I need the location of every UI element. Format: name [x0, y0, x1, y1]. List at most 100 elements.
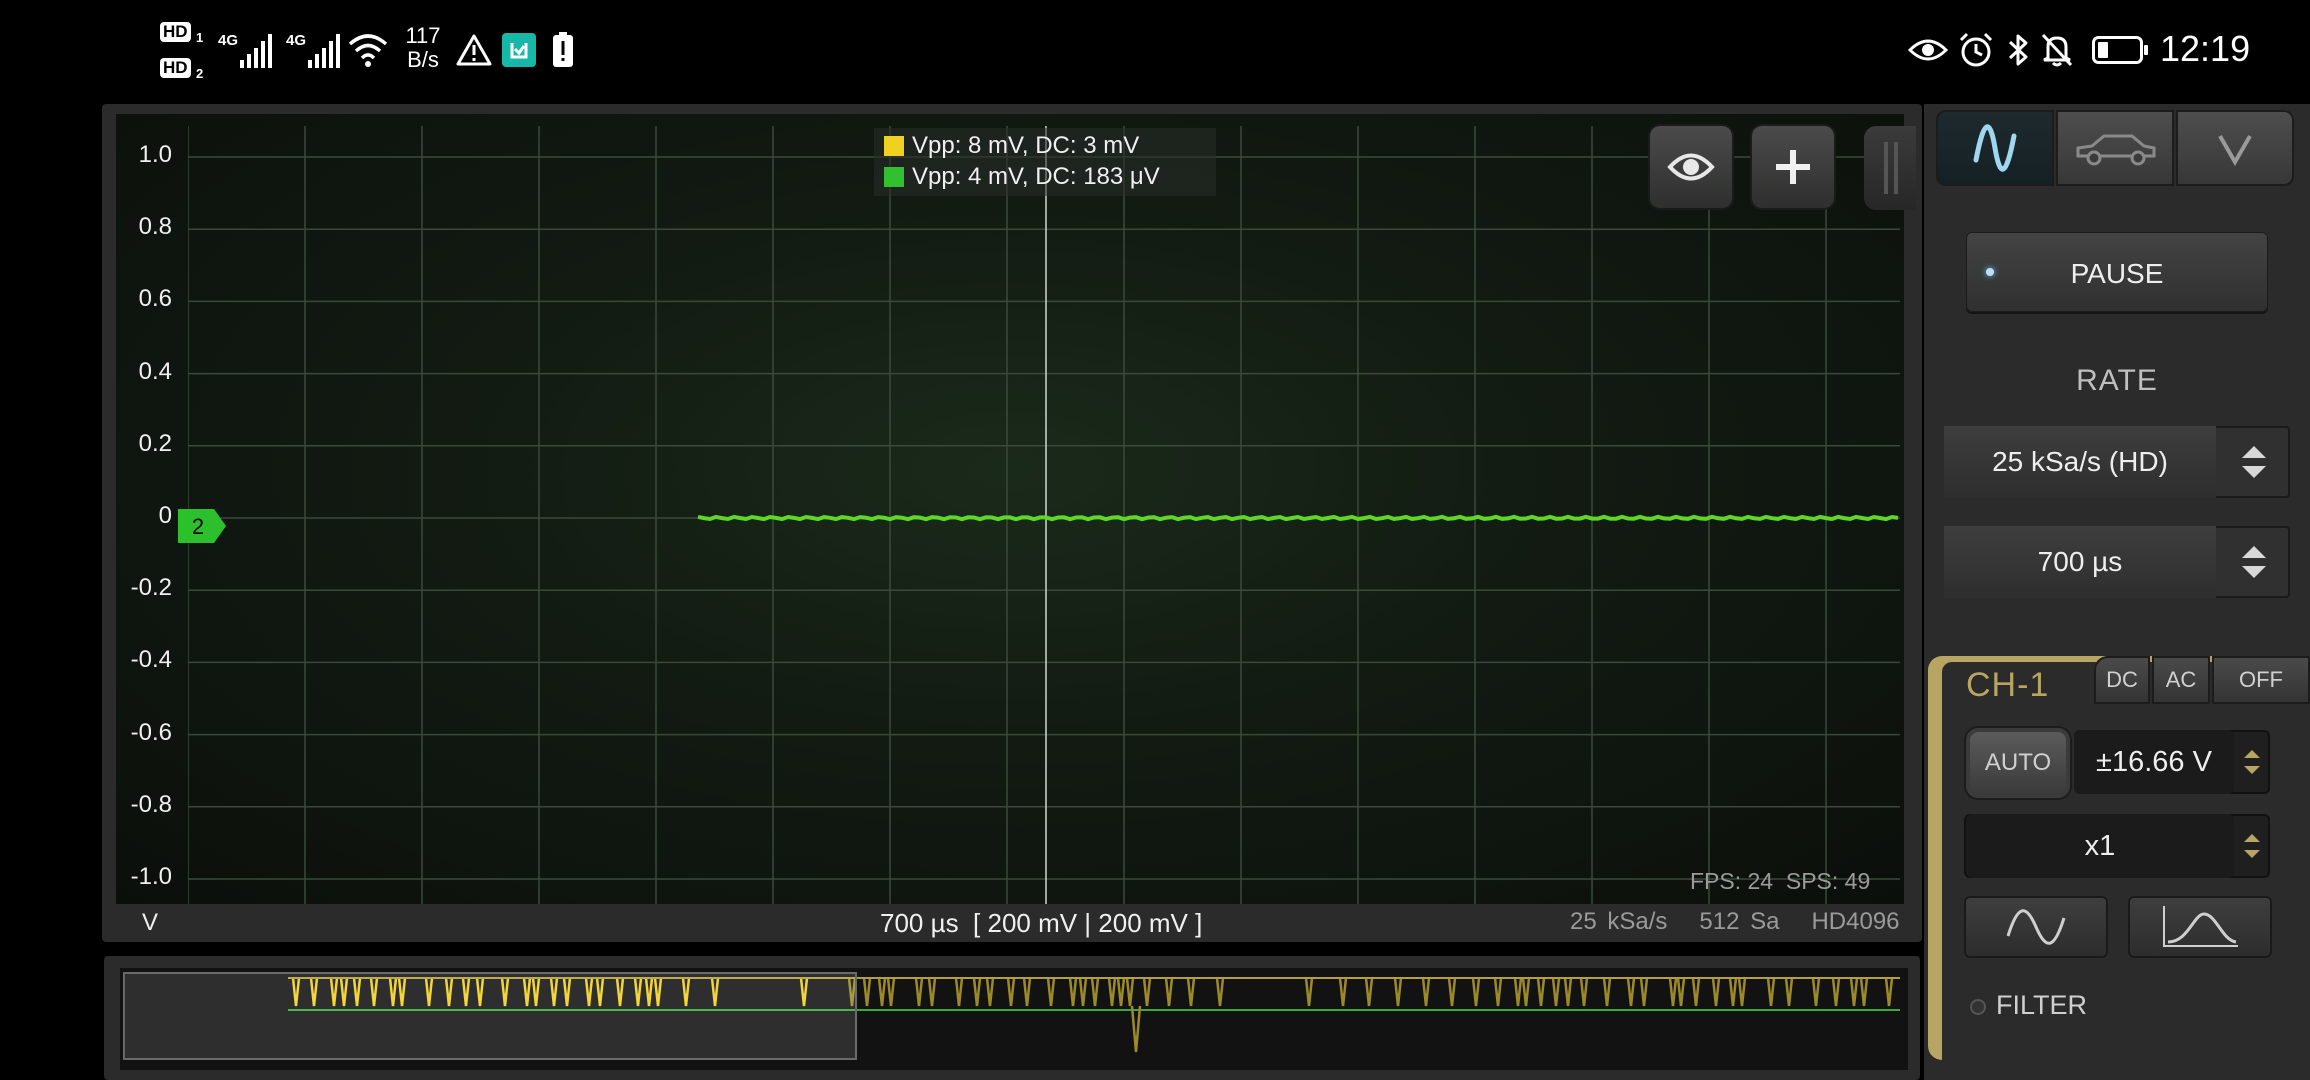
overview-pulse — [1078, 977, 1088, 1007]
legend-row-ch2: Vpp: 4 mV, DC: 183 μV — [884, 163, 1160, 191]
overview-pulse — [1393, 977, 1403, 1007]
sample-rate-selector[interactable]: 25 kSa/s (HD) — [1944, 426, 2290, 498]
overview-pulse — [886, 977, 896, 1007]
car-icon — [2076, 134, 2156, 166]
overview-pulse — [1784, 977, 1794, 1007]
eye-icon — [1908, 39, 1948, 61]
overview-pulse — [1711, 977, 1721, 1007]
overview-pulse — [1125, 977, 1135, 1007]
plot-grid — [188, 126, 1900, 904]
overview-pulse — [1831, 977, 1841, 1007]
alarm-icon — [1959, 32, 1993, 67]
coupling-ac-button[interactable]: AC — [2152, 656, 2210, 704]
bell-off-icon — [2041, 33, 2073, 67]
y-axis-label: 1.0 — [138, 141, 172, 168]
overview-pulse — [1164, 977, 1174, 1007]
plus-icon — [1776, 150, 1810, 184]
pause-label: PAUSE — [2070, 258, 2164, 289]
overview-pulse — [1676, 977, 1686, 1007]
overview-pulse — [985, 977, 995, 1007]
overview-pulse — [1046, 977, 1056, 1007]
bluetooth-icon — [2008, 34, 2028, 66]
tab-more[interactable] — [2176, 110, 2294, 186]
y-axis-unit: V — [142, 909, 159, 936]
rate-label: RATE — [2076, 364, 2158, 397]
mi-app-icon — [502, 33, 536, 67]
overview-pulse — [1421, 977, 1431, 1007]
channel-2-marker-label: 2 — [192, 514, 204, 539]
overview-pulse — [1551, 977, 1561, 1007]
coupling-off-button[interactable]: OFF — [2212, 656, 2310, 704]
probe-multiplier-selector[interactable]: x1 — [1964, 814, 2270, 878]
probe-multiplier-value: x1 — [1966, 814, 2234, 878]
overview-pulse — [1849, 977, 1859, 1007]
filter-curve-icon — [2163, 906, 2238, 947]
pause-button[interactable]: PAUSE — [1966, 232, 2268, 312]
up-down-arrows-icon[interactable] — [2234, 814, 2270, 878]
battery-alert-icon — [553, 32, 573, 67]
tab-automotive[interactable] — [2056, 110, 2174, 186]
overview-pulse — [1536, 977, 1546, 1007]
tab-waveform[interactable] — [1936, 110, 2054, 186]
y-axis-label: 0.2 — [138, 429, 172, 457]
legend-text-ch1: Vpp: 8 mV, DC: 3 mV — [912, 132, 1140, 159]
add-button[interactable] — [1752, 126, 1834, 208]
channel-1-title: CH-1 — [1966, 666, 2050, 704]
channel-2-marker[interactable]: 2 — [178, 509, 226, 543]
sim2-index: 2 — [196, 66, 204, 81]
overview-pulse — [1668, 977, 1678, 1007]
overview-pulse — [1691, 977, 1701, 1007]
network-type-2: 4G — [286, 32, 307, 49]
overview-pulse — [1493, 977, 1503, 1007]
overview-pulse — [1513, 977, 1523, 1007]
coupling-dc-button[interactable]: DC — [2094, 656, 2150, 704]
overview-pulse — [1737, 977, 1747, 1007]
waveform-display-button[interactable] — [1964, 896, 2108, 958]
channel-2-trace-line — [697, 514, 1899, 522]
sim1-index: 1 — [196, 30, 204, 45]
y-axis-label: -1.0 — [130, 863, 172, 890]
overview-pulse — [1859, 977, 1869, 1007]
overview-pulse — [1006, 977, 1016, 1007]
overview-pulse — [1364, 977, 1374, 1007]
overview-pulse — [1521, 977, 1531, 1007]
timebase-scale-readout: 700 µs [ 200 mV | 200 mV ] — [880, 908, 1203, 938]
auto-range-button[interactable]: AUTO — [1970, 732, 2066, 794]
visibility-button[interactable] — [1650, 126, 1732, 208]
timebase-selector[interactable]: 700 µs — [1944, 526, 2290, 598]
y-axis-label: -0.6 — [130, 718, 172, 746]
overview-pulse — [1563, 977, 1573, 1007]
legend-text-ch2: Vpp: 4 mV, DC: 183 μV — [912, 163, 1160, 190]
overview-pulse — [972, 977, 982, 1007]
overview-pulse — [914, 977, 924, 1007]
channel-2-trace — [697, 514, 1899, 522]
drawer-handle[interactable] — [1864, 126, 1916, 210]
overview-pulse — [1090, 977, 1100, 1007]
timebase-value: 700 µs — [1944, 526, 2216, 598]
network-type-1: 4G — [218, 32, 239, 49]
eye-icon — [1667, 153, 1715, 181]
overview-pulse — [1186, 977, 1196, 1007]
sine-wave-icon — [2006, 909, 2066, 945]
overview-pulse — [1884, 977, 1894, 1007]
overview-pulse — [1304, 977, 1314, 1007]
up-down-arrows-icon[interactable] — [2218, 426, 2290, 498]
overview-pulse — [1022, 977, 1032, 1007]
filter-indicator — [1970, 998, 1986, 1015]
signal-icon — [308, 34, 340, 68]
signal-icon — [240, 34, 272, 68]
overview-view-window[interactable] — [123, 972, 857, 1060]
voltage-range-selector[interactable]: ±16.66 V — [2074, 730, 2270, 794]
filter-response-button[interactable] — [2128, 896, 2272, 958]
up-down-arrows-icon[interactable] — [2218, 526, 2290, 598]
status-bar: HD 1 HD 2 4G 4G 117 B/s 12:19 — [0, 0, 2310, 100]
overview-pulse — [927, 977, 937, 1007]
overview-pulse — [954, 977, 964, 1007]
up-down-arrows-icon[interactable] — [2234, 730, 2270, 794]
sampling-info-readout: 25 kSa/s 512 Sa HD4096 — [1570, 908, 1900, 935]
filter-toggle[interactable]: FILTER — [1970, 990, 2087, 1021]
overview-pulse — [1107, 977, 1117, 1007]
sample-rate-value: 25 kSa/s (HD) — [1944, 426, 2216, 498]
overview-pulse — [1447, 977, 1457, 1007]
sim1-hd-badge: HD — [160, 22, 191, 42]
